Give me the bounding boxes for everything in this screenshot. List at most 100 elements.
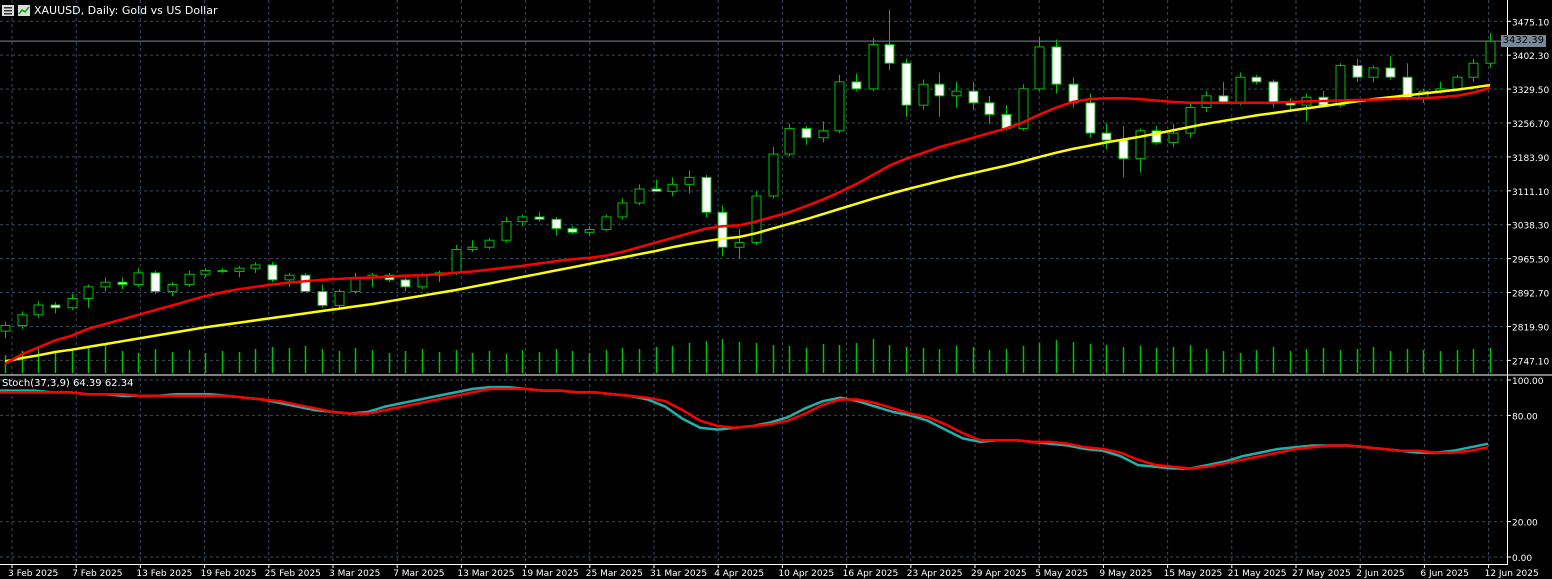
bull-candle: [667, 183, 678, 192]
time-tick-label: 29 Apr 2025: [971, 569, 1027, 579]
bear-candle: [651, 188, 662, 192]
symbol-title: XAUUSD, Daily: Gold vs US Dollar: [34, 3, 218, 17]
bear-candle: [851, 81, 862, 90]
price-tick-label: 3038.30: [1512, 222, 1549, 232]
price-tick-label: 2747.10: [1512, 357, 1549, 367]
bull-candle: [617, 202, 628, 218]
time-tick-label: 16 Apr 2025: [843, 569, 899, 579]
stochastic-label: Stoch(37,3,9) 64.39 62.34: [2, 378, 134, 389]
bear-candle: [551, 218, 562, 230]
price-tick-label: 3402.30: [1512, 52, 1549, 62]
volume-bars: [4, 339, 1492, 373]
grid-lines: [0, 0, 1507, 563]
bull-candle: [83, 286, 94, 299]
bull-candle: [417, 274, 428, 288]
bull-candle: [133, 272, 144, 285]
time-tick-label: 7 Feb 2025: [72, 569, 122, 579]
candlestick-series[interactable]: [0, 9, 1496, 339]
bull-candle: [734, 242, 745, 248]
bear-candle: [117, 281, 128, 285]
price-tick-label: 3256.70: [1512, 120, 1549, 130]
time-tick-label: 6 Jun 2025: [1420, 569, 1468, 579]
bear-candle: [534, 216, 545, 220]
time-tick-label: 3 Feb 2025: [8, 569, 58, 579]
stoch-tick-label: 100.00: [1512, 377, 1544, 387]
chart-window-icon[interactable]: [18, 4, 30, 16]
stochastic-oscillator: [0, 374, 1552, 470]
time-tick-label: 5 May 2025: [1035, 569, 1088, 579]
bear-candle: [317, 290, 328, 306]
bull-candle: [234, 267, 245, 272]
bear-candle: [701, 176, 712, 213]
bear-candle: [567, 228, 578, 233]
bull-candle: [684, 176, 695, 185]
bear-candle: [267, 264, 278, 281]
time-tick-label: 15 May 2025: [1164, 569, 1223, 579]
bull-candle: [350, 277, 361, 292]
bull-candle: [17, 314, 28, 326]
bull-candle: [0, 324, 11, 332]
bull-candle: [184, 273, 195, 285]
bull-candle: [1368, 67, 1379, 78]
price-tick-label: 2965.50: [1512, 256, 1549, 266]
bull-candle: [951, 90, 962, 97]
bear-candle: [217, 270, 228, 273]
bull-candle: [834, 81, 845, 132]
price-tick-label: 3329.50: [1512, 86, 1549, 96]
time-tick-label: 13 Mar 2025: [457, 569, 514, 579]
bear-candle: [1385, 67, 1396, 78]
bear-candle: [1251, 76, 1262, 83]
bull-candle: [334, 290, 345, 306]
time-tick-label: 4 Apr 2025: [714, 569, 764, 579]
bear-candle: [801, 127, 812, 139]
time-tick-label: 7 Mar 2025: [393, 569, 444, 579]
bear-candle: [901, 62, 912, 106]
bull-candle: [451, 249, 462, 274]
bull-candle: [1034, 46, 1045, 90]
stoch-tick-label: 0.00: [1512, 554, 1532, 564]
stoch-tick-label: 20.00: [1512, 519, 1538, 529]
bull-candle: [784, 127, 795, 155]
time-tick-label: 21 May 2025: [1228, 569, 1287, 579]
bull-candle: [167, 283, 178, 292]
bull-candle: [601, 216, 612, 231]
bull-candle: [1185, 106, 1196, 134]
price-tick-label: 2819.90: [1512, 323, 1549, 333]
bull-candle: [284, 274, 295, 281]
bull-candle: [584, 229, 595, 233]
time-tick-label: 19 Feb 2025: [201, 569, 257, 579]
bear-candle: [1051, 46, 1062, 85]
bear-candle: [1268, 81, 1279, 104]
time-tick-label: 13 Feb 2025: [136, 569, 192, 579]
time-tick-label: 12 Jun 2025: [1485, 569, 1539, 579]
bear-candle: [717, 211, 728, 248]
time-tick-label: 9 May 2025: [1099, 569, 1152, 579]
bull-candle: [918, 83, 929, 106]
bear-candle: [1352, 65, 1363, 78]
bull-candle: [467, 246, 478, 251]
bull-candle: [768, 153, 779, 197]
bull-candle: [634, 188, 645, 204]
chart-header: XAUUSD, Daily: Gold vs US Dollar: [2, 2, 217, 18]
menu-icon[interactable]: [2, 4, 14, 16]
time-tick-label: 31 Mar 2025: [650, 569, 707, 579]
time-tick-label: 19 Mar 2025: [522, 569, 579, 579]
bull-candle: [67, 297, 78, 309]
time-tick-label: 10 Apr 2025: [778, 569, 834, 579]
bear-candle: [300, 274, 311, 292]
bear-candle: [50, 304, 61, 309]
bull-candle: [1235, 76, 1246, 104]
time-tick-label: 23 Apr 2025: [907, 569, 963, 579]
chart-canvas[interactable]: 3475.10 3402.30 3329.50 3256.70 3183.90 3111.…: [0, 0, 1552, 579]
price-tick-label: 3111.10: [1512, 188, 1549, 198]
bear-candle: [150, 272, 161, 292]
bull-candle: [1485, 40, 1496, 64]
time-tick-label: 27 May 2025: [1292, 569, 1351, 579]
current-price-tag: 3432.39: [1500, 35, 1546, 48]
stoch-tick-label: 80.00: [1512, 412, 1538, 422]
bull-candle: [517, 216, 528, 223]
time-tick-label: 2 Jun 2025: [1356, 569, 1404, 579]
bull-candle: [501, 221, 512, 241]
time-tick-label: 25 Feb 2025: [265, 569, 321, 579]
bull-candle: [33, 304, 44, 316]
